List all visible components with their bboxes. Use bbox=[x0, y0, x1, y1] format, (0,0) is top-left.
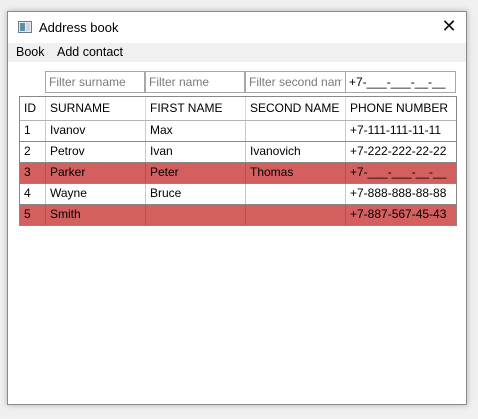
table-row[interactable]: 3 Parker Peter Thomas +7-___-___-__-__ bbox=[20, 163, 456, 184]
cell-first-name[interactable]: Bruce bbox=[146, 184, 246, 204]
title-bar[interactable]: Address book ✕ bbox=[8, 12, 466, 43]
menu-item-book[interactable]: Book bbox=[14, 45, 47, 59]
close-icon: ✕ bbox=[441, 16, 457, 36]
filter-phone-input[interactable] bbox=[345, 71, 456, 93]
cell-second-name[interactable] bbox=[246, 205, 346, 225]
app-icon bbox=[18, 21, 32, 33]
cell-second-name[interactable] bbox=[246, 184, 346, 204]
cell-second-name[interactable]: Ivanovich bbox=[246, 142, 346, 162]
table-row[interactable]: 2 Petrov Ivan Ivanovich +7-222-222-22-22 bbox=[20, 142, 456, 163]
table-row[interactable]: 5 Smith +7-887-567-45-43 bbox=[20, 205, 456, 225]
cell-second-name[interactable] bbox=[246, 121, 346, 141]
cell-phone[interactable]: +7-887-567-45-43 bbox=[346, 205, 456, 225]
cell-first-name[interactable]: Max bbox=[146, 121, 246, 141]
close-button[interactable]: ✕ bbox=[432, 12, 466, 43]
cell-surname[interactable]: Smith bbox=[46, 205, 146, 225]
filter-second-name-input[interactable] bbox=[245, 71, 346, 93]
table-header-row: ID SURNAME FIRST NAME SECOND NAME PHONE … bbox=[20, 97, 456, 121]
cell-phone[interactable]: +7-888-888-88-88 bbox=[346, 184, 456, 204]
column-header-second-name[interactable]: SECOND NAME bbox=[246, 97, 346, 120]
cell-id[interactable]: 1 bbox=[20, 121, 46, 141]
cell-id[interactable]: 3 bbox=[20, 163, 46, 183]
table-row[interactable]: 4 Wayne Bruce +7-888-888-88-88 bbox=[20, 184, 456, 205]
table-row[interactable]: 1 Ivanov Max +7-111-111-11-11 bbox=[20, 121, 456, 142]
cell-id[interactable]: 4 bbox=[20, 184, 46, 204]
column-header-phone[interactable]: PHONE NUMBER bbox=[346, 97, 456, 120]
menu-bar: Book Add contact bbox=[8, 43, 466, 62]
cell-surname[interactable]: Parker bbox=[46, 163, 146, 183]
contacts-table[interactable]: ID SURNAME FIRST NAME SECOND NAME PHONE … bbox=[19, 96, 457, 226]
filter-name-input[interactable] bbox=[145, 71, 245, 93]
cell-surname[interactable]: Ivanov bbox=[46, 121, 146, 141]
cell-id[interactable]: 2 bbox=[20, 142, 46, 162]
window-title: Address book bbox=[39, 20, 119, 35]
cell-second-name[interactable]: Thomas bbox=[246, 163, 346, 183]
column-header-surname[interactable]: SURNAME bbox=[46, 97, 146, 120]
cell-id[interactable]: 5 bbox=[20, 205, 46, 225]
column-header-first-name[interactable]: FIRST NAME bbox=[146, 97, 246, 120]
cell-surname[interactable]: Wayne bbox=[46, 184, 146, 204]
column-header-id[interactable]: ID bbox=[20, 97, 46, 120]
filter-surname-input[interactable] bbox=[45, 71, 145, 93]
cell-phone[interactable]: +7-111-111-11-11 bbox=[346, 121, 456, 141]
menu-item-add-contact[interactable]: Add contact bbox=[55, 45, 125, 59]
cell-first-name[interactable]: Peter bbox=[146, 163, 246, 183]
cell-first-name[interactable] bbox=[146, 205, 246, 225]
cell-surname[interactable]: Petrov bbox=[46, 142, 146, 162]
cell-first-name[interactable]: Ivan bbox=[146, 142, 246, 162]
app-window: Address book ✕ Book Add contact ID SURNA… bbox=[7, 11, 467, 405]
cell-phone[interactable]: +7-___-___-__-__ bbox=[346, 163, 456, 183]
cell-phone[interactable]: +7-222-222-22-22 bbox=[346, 142, 456, 162]
